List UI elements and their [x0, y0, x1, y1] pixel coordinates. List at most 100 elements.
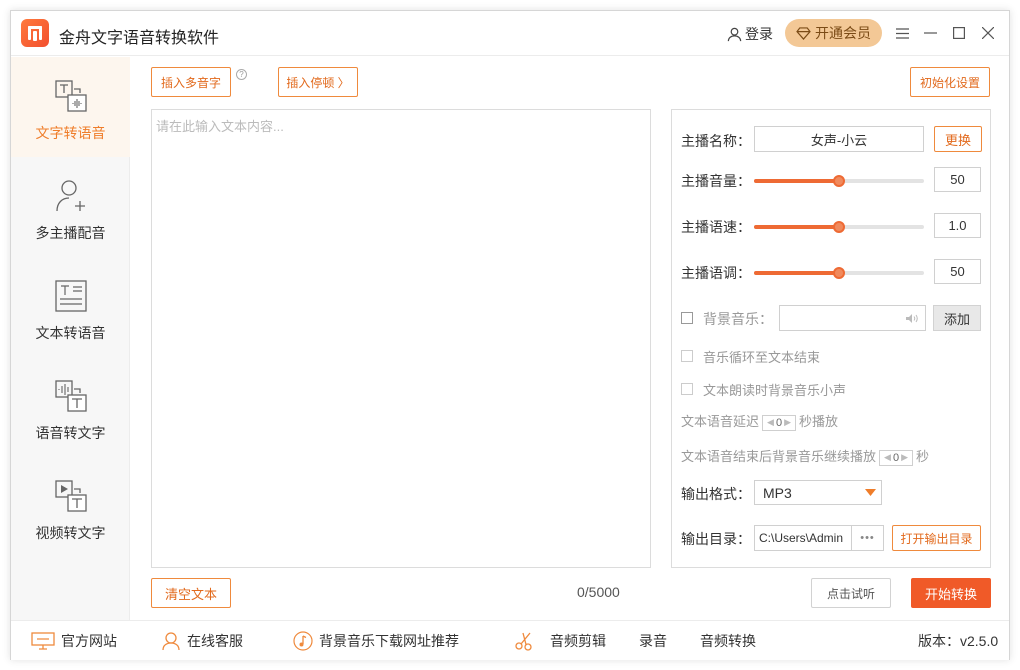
- close-button[interactable]: [977, 22, 999, 44]
- sidebar-item-multi-anchor[interactable]: 多主播配音: [11, 157, 130, 257]
- pitch-label: 主播语调：: [681, 265, 751, 281]
- delay-suffix: 秒播放: [798, 414, 838, 429]
- diamond-icon: [796, 26, 811, 40]
- open-output-dir-button[interactable]: 打开输出目录: [892, 525, 981, 551]
- sidebar-item-label: 视频转文字: [35, 525, 106, 541]
- insert-polyphone-button[interactable]: 插入多音字: [151, 67, 231, 97]
- bgm-checkbox[interactable]: [681, 312, 693, 324]
- audio-edit-label: 音频剪辑: [550, 633, 606, 649]
- format-select[interactable]: MP3: [754, 480, 882, 505]
- record-link[interactable]: 录音: [639, 621, 667, 661]
- user-icon: [727, 27, 742, 41]
- menu-icon: [895, 27, 909, 39]
- sidebar-item-label: 文字转语音: [35, 125, 106, 141]
- change-anchor-button[interactable]: 更换: [934, 126, 982, 152]
- video-to-text-icon: [54, 480, 87, 512]
- add-bgm-button[interactable]: 添加: [933, 305, 981, 331]
- app-title: 金舟文字语音转换软件: [59, 30, 220, 47]
- anchor-name-label: 主播名称：: [681, 133, 751, 149]
- pitch-slider-knob[interactable]: [833, 267, 845, 279]
- continue-suffix: 秒: [915, 449, 929, 464]
- volume-slider-knob[interactable]: [833, 175, 845, 187]
- continue-stepper[interactable]: ◀ 0 ▶: [879, 449, 913, 466]
- bgm-label: 背景音乐：: [703, 311, 773, 327]
- sidebar-item-speech-to-text[interactable]: 语音转文字: [11, 357, 130, 457]
- online-service-link[interactable]: 在线客服: [161, 621, 243, 661]
- speed-slider-knob[interactable]: [833, 221, 845, 233]
- sidebar-item-label: 文本转语音: [35, 325, 106, 341]
- scissors-icon: [515, 632, 532, 651]
- continue-row: 文本语音结束后背景音乐继续播放 ◀ 0 ▶ 秒: [681, 446, 929, 466]
- char-counter: 0/5000: [577, 584, 620, 600]
- sidebar-item-label: 多主播配音: [35, 225, 106, 241]
- sidebar-item-video-to-text[interactable]: 视频转文字: [11, 457, 130, 557]
- speed-input[interactable]: 1.0: [934, 213, 981, 238]
- delay-prefix: 文本语音延迟: [681, 414, 760, 429]
- app-logo-icon: [21, 19, 49, 47]
- pitch-slider[interactable]: [754, 267, 924, 279]
- sidebar-item-doc-to-speech[interactable]: 文本转语音: [11, 257, 130, 357]
- pitch-input[interactable]: 50: [934, 259, 981, 284]
- format-label: 输出格式：: [681, 486, 751, 502]
- monitor-icon: [31, 632, 55, 650]
- pitch-slider-fill: [754, 271, 839, 275]
- duck-checkbox[interactable]: [681, 383, 693, 395]
- speech-to-text-icon: [54, 380, 87, 412]
- text-input[interactable]: [152, 110, 650, 567]
- minimize-icon: [923, 32, 937, 34]
- delay-stepper[interactable]: ◀ 0 ▶: [762, 414, 796, 431]
- close-icon: [982, 27, 994, 39]
- format-value: MP3: [763, 484, 792, 501]
- loop-label: 音乐循环至文本结束: [703, 350, 821, 365]
- browse-dir-button[interactable]: •••: [851, 525, 884, 551]
- output-dir-label: 输出目录：: [681, 531, 751, 547]
- sidebar-item-text-to-speech[interactable]: 文字转语音: [11, 57, 130, 157]
- insert-pause-button[interactable]: 插入停顿 〉: [278, 67, 358, 97]
- title-bar: 金舟文字语音转换软件 登录 开通会员: [11, 11, 1009, 56]
- speed-label: 主播语速：: [681, 219, 751, 235]
- app-window: 金舟文字语音转换软件 登录 开通会员 文字转语音 多主播配音 文本转语音 语音转…: [10, 10, 1010, 660]
- vip-label: 开通会员: [815, 25, 871, 41]
- audio-edit-link[interactable]: 音频剪辑: [514, 621, 606, 661]
- music-note-icon: [293, 631, 313, 651]
- official-website-link[interactable]: 官方网站: [31, 621, 117, 661]
- reset-settings-button[interactable]: 初始化设置: [910, 67, 990, 97]
- start-convert-button[interactable]: 开始转换: [911, 578, 991, 608]
- vip-button[interactable]: 开通会员: [785, 19, 882, 47]
- footer-bar: 官方网站 在线客服 背景音乐下载网址推荐 音频剪辑 录音 音频转换 版本：v2.…: [11, 620, 1009, 660]
- continue-prefix: 文本语音结束后背景音乐继续播放: [681, 449, 877, 464]
- version-info: 版本：v2.5.0: [918, 621, 998, 661]
- maximize-button[interactable]: [948, 22, 970, 44]
- volume-input[interactable]: 50: [934, 167, 981, 192]
- login-label: 登录: [745, 26, 773, 42]
- clear-text-button[interactable]: 清空文本: [151, 578, 231, 608]
- music-sites-link[interactable]: 背景音乐下载网址推荐: [293, 621, 459, 661]
- music-sites-label: 背景音乐下载网址推荐: [319, 633, 459, 649]
- audio-convert-link[interactable]: 音频转换: [700, 621, 756, 661]
- settings-panel: 主播名称： 女声-小云 更换 主播音量： 50 主播语速： 1.0 主播语调： …: [671, 109, 991, 568]
- add-user-icon: [55, 180, 85, 212]
- minimize-button[interactable]: [919, 22, 941, 44]
- document-icon: [54, 280, 87, 312]
- audio-convert-label: 音频转换: [700, 633, 756, 649]
- speed-slider[interactable]: [754, 221, 924, 233]
- preview-button[interactable]: 点击试听: [811, 578, 891, 608]
- official-website-label: 官方网站: [61, 633, 117, 649]
- online-service-label: 在线客服: [187, 633, 243, 649]
- bgm-field: [779, 305, 926, 331]
- output-dir-field[interactable]: C:\Users\Admin: [754, 525, 852, 551]
- volume-slider[interactable]: [754, 175, 924, 187]
- text-to-speech-icon: [54, 80, 87, 112]
- text-editor: [151, 109, 651, 568]
- loop-checkbox[interactable]: [681, 350, 693, 362]
- menu-button[interactable]: [891, 22, 913, 44]
- sidebar: 文字转语音 多主播配音 文本转语音 语音转文字 视频转文字: [11, 57, 130, 620]
- record-label: 录音: [639, 633, 667, 649]
- volume-label: 主播音量：: [681, 173, 751, 189]
- delay-row: 文本语音延迟 ◀ 0 ▶ 秒播放: [681, 411, 838, 431]
- speed-slider-fill: [754, 225, 839, 229]
- login-button[interactable]: 登录: [727, 24, 773, 44]
- service-user-icon: [162, 632, 180, 651]
- sidebar-item-label: 语音转文字: [35, 425, 106, 441]
- help-icon[interactable]: ?: [236, 69, 247, 80]
